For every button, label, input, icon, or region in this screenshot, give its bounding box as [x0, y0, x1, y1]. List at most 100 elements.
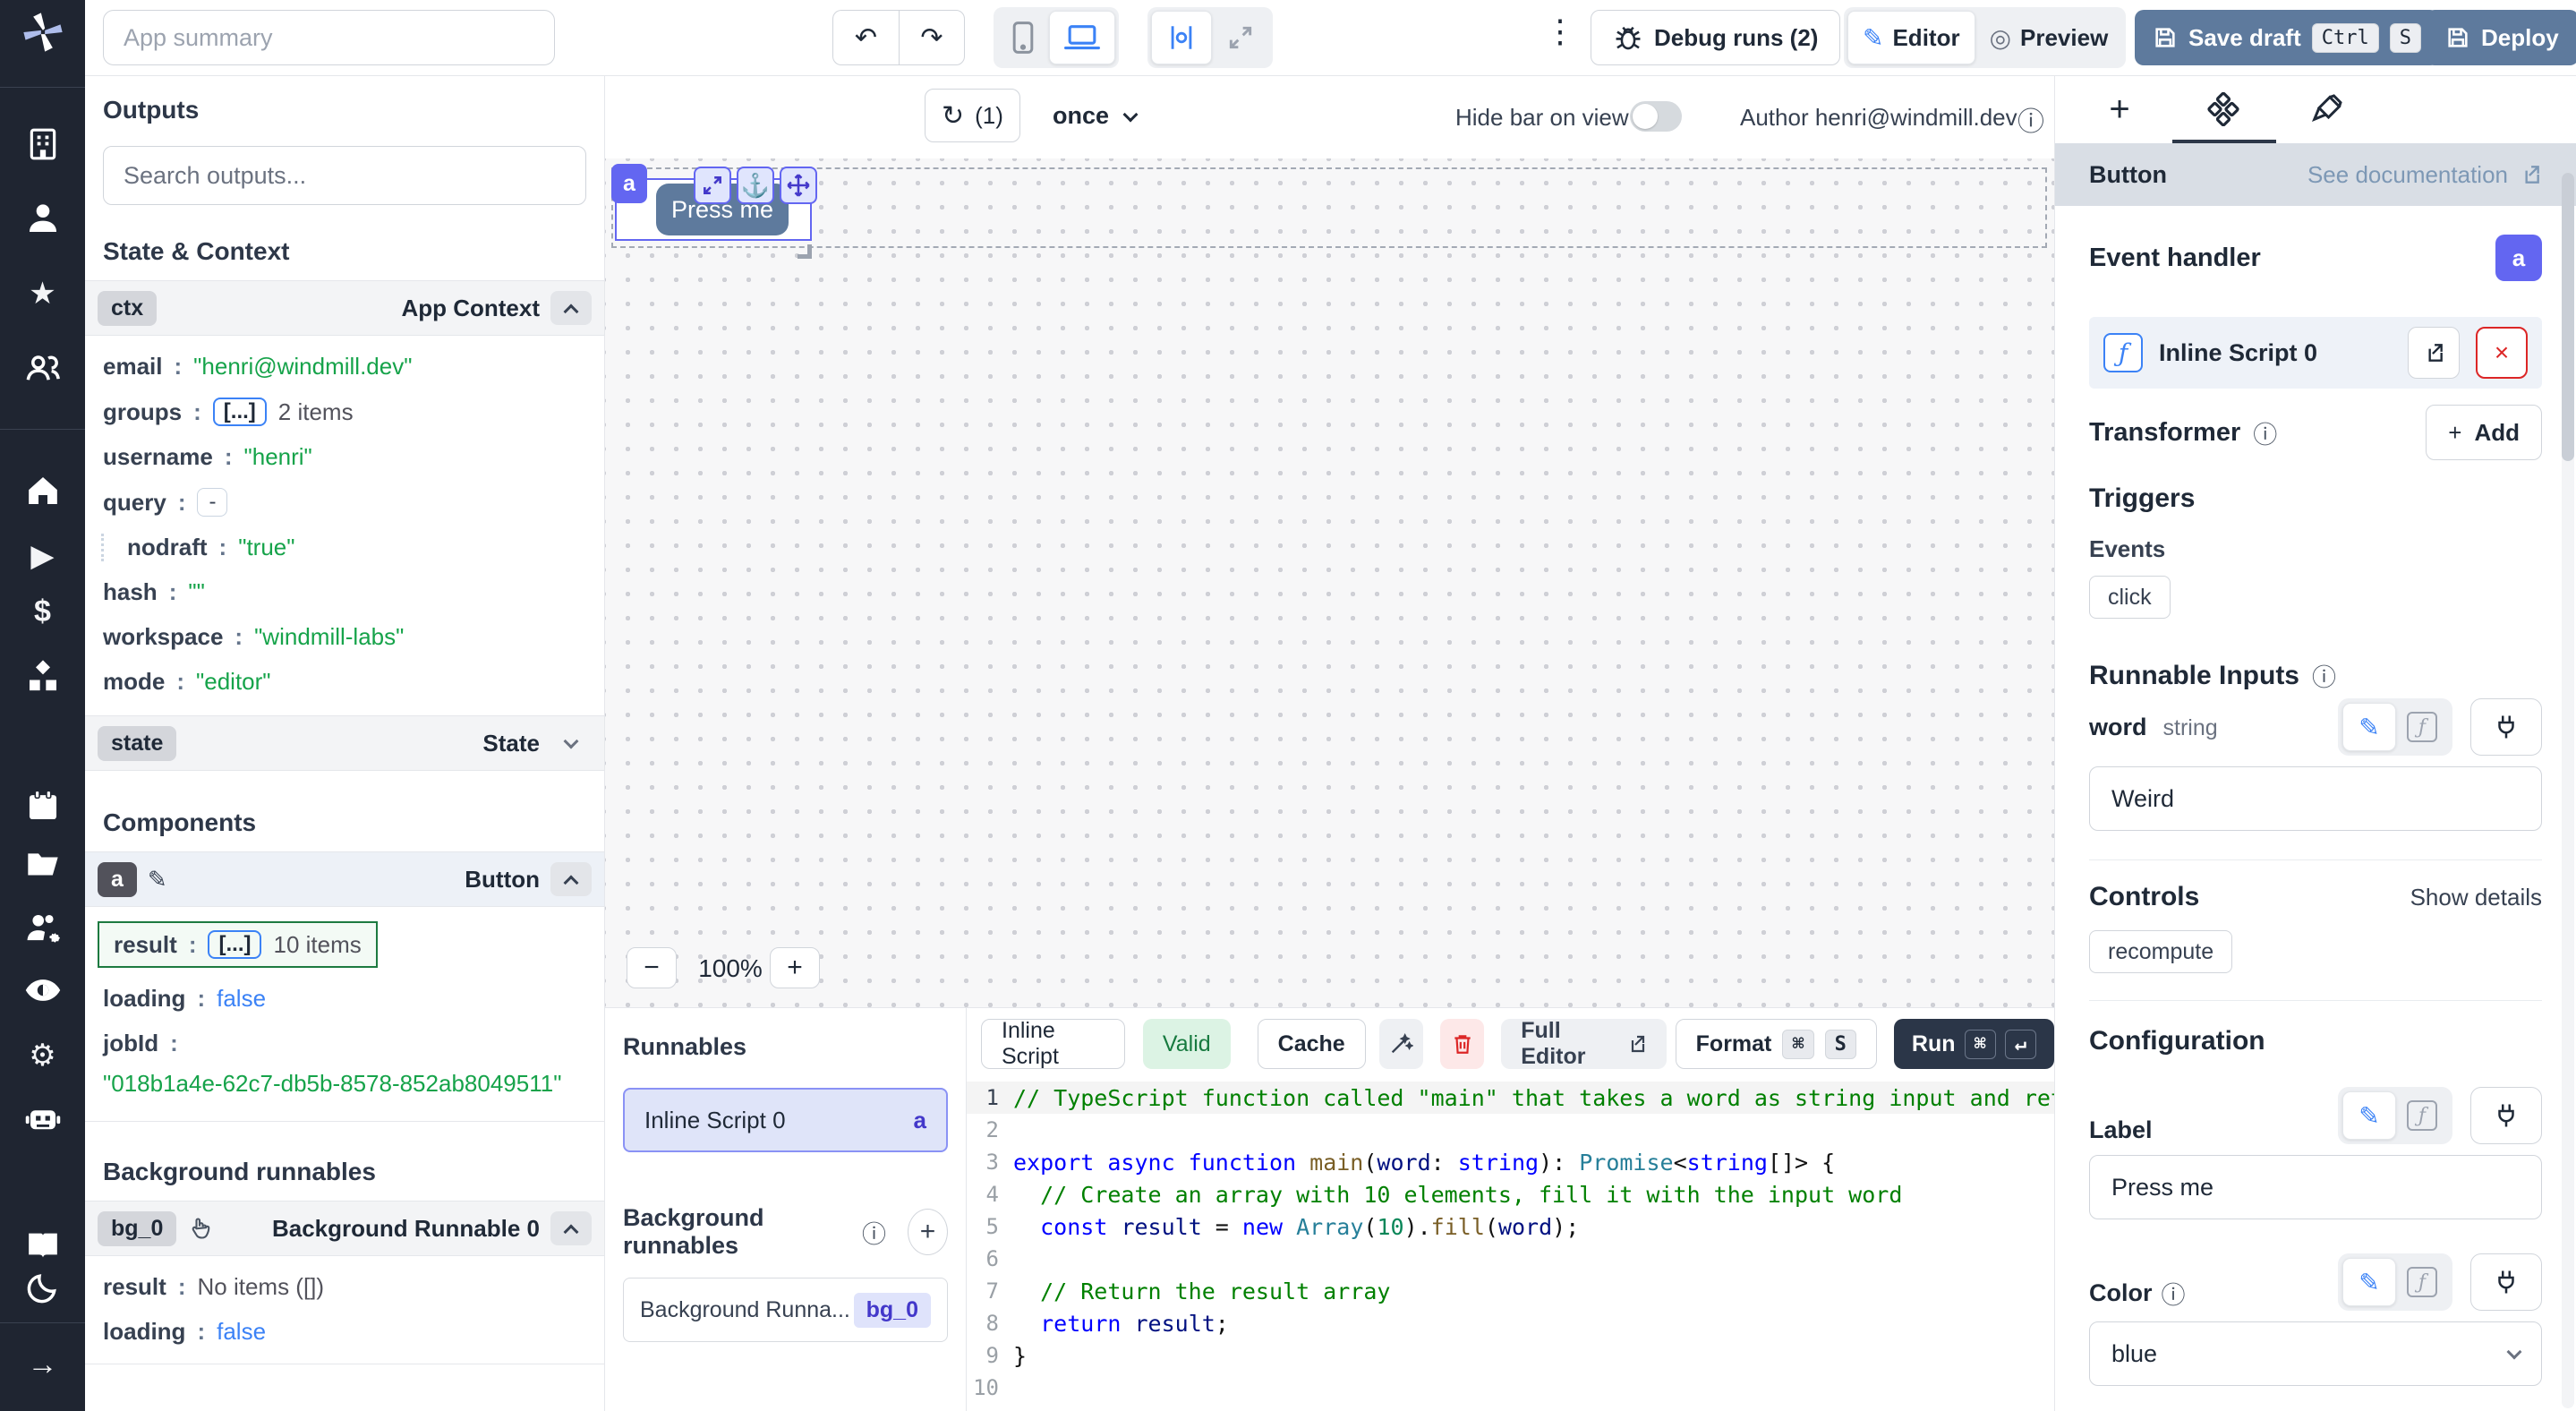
- empty-badge[interactable]: -: [197, 488, 227, 517]
- info-icon[interactable]: ⓘ: [2312, 658, 2336, 693]
- fullscreen-button[interactable]: [1212, 11, 1269, 64]
- move-handle-button[interactable]: [780, 167, 817, 204]
- runs-play-icon[interactable]: ▶: [0, 536, 85, 576]
- scrollbar-thumb[interactable]: [2562, 173, 2574, 461]
- static-mode-button[interactable]: ✎: [2342, 1091, 2396, 1140]
- color-select[interactable]: blue: [2089, 1321, 2542, 1386]
- eval-mode-button[interactable]: ƒ: [2396, 703, 2448, 751]
- schedule-dropdown[interactable]: once: [1053, 102, 1136, 130]
- static-mode-button[interactable]: ✎: [2342, 703, 2396, 751]
- label-value-input[interactable]: [2089, 1155, 2542, 1219]
- bg0-collapse-button[interactable]: [550, 1211, 592, 1245]
- ai-wand-button[interactable]: [1379, 1019, 1423, 1069]
- code-line[interactable]: 8 return result;: [967, 1307, 2054, 1339]
- tab-styling[interactable]: [2300, 87, 2354, 132]
- connect-plug-button[interactable]: [2470, 1253, 2542, 1311]
- info-icon[interactable]: ⓘ: [2162, 1276, 2186, 1311]
- inline-script-tab[interactable]: Inline Script: [981, 1019, 1125, 1069]
- settings-gear-icon[interactable]: ⚙: [0, 1036, 85, 1075]
- code-line[interactable]: 2: [967, 1114, 2054, 1146]
- refresh-button[interactable]: ↻ (1): [925, 89, 1020, 142]
- recompute-chip[interactable]: recompute: [2089, 930, 2232, 973]
- full-editor-button[interactable]: Full Editor: [1501, 1019, 1666, 1069]
- bg0-group-header[interactable]: bg_0 Background Runnable 0: [85, 1201, 604, 1256]
- search-outputs-input[interactable]: [103, 146, 586, 205]
- zoom-in-button[interactable]: +: [770, 947, 820, 988]
- code-area[interactable]: 1// TypeScript function called "main" th…: [967, 1082, 2054, 1404]
- inline-script-row[interactable]: ƒ Inline Script 0 ×: [2089, 317, 2542, 389]
- add-transformer-button[interactable]: + Add: [2426, 405, 2542, 460]
- code-line[interactable]: 7 // Return the result array: [967, 1275, 2054, 1307]
- home-icon[interactable]: [0, 471, 85, 510]
- run-button[interactable]: Run ⌘ ↵: [1894, 1019, 2054, 1069]
- tab-preview[interactable]: ◎ Preview: [1975, 11, 2123, 64]
- static-mode-button[interactable]: ✎: [2342, 1258, 2396, 1306]
- debug-runs-button[interactable]: Debug runs (2): [1591, 10, 1840, 65]
- tab-settings[interactable]: [2196, 87, 2250, 132]
- eval-mode-button[interactable]: ƒ: [2396, 1091, 2448, 1140]
- edit-pencil-icon[interactable]: ✎: [148, 866, 167, 894]
- runnable-item-selected[interactable]: Inline Script 0 a: [623, 1088, 948, 1152]
- code-line[interactable]: 9}: [967, 1339, 2054, 1372]
- array-badge[interactable]: [...]: [213, 398, 267, 426]
- component-collapse-button[interactable]: [550, 862, 592, 896]
- cache-button[interactable]: Cache: [1258, 1019, 1366, 1069]
- desktop-view-button[interactable]: [1049, 11, 1115, 64]
- state-expand-button[interactable]: [550, 726, 592, 760]
- center-align-button[interactable]: [1151, 11, 1212, 64]
- ctx-group-header[interactable]: ctx App Context: [85, 280, 604, 336]
- remove-script-button[interactable]: ×: [2476, 327, 2528, 379]
- code-line[interactable]: 5 const result = new Array(10).fill(word…: [967, 1210, 2054, 1243]
- add-background-runnable-button[interactable]: +: [908, 1209, 948, 1255]
- delete-script-button[interactable]: [1440, 1019, 1484, 1069]
- mobile-view-button[interactable]: [997, 11, 1049, 64]
- show-details-link[interactable]: Show details: [2410, 884, 2542, 911]
- eval-mode-button[interactable]: ƒ: [2396, 1258, 2448, 1306]
- code-line[interactable]: 3export async function main(word: string…: [967, 1146, 2054, 1178]
- code-line[interactable]: 10: [967, 1372, 2054, 1404]
- resources-cubes-icon[interactable]: [0, 658, 85, 697]
- windmill-logo-icon[interactable]: [0, 13, 85, 52]
- workers-icon[interactable]: [0, 909, 85, 948]
- tab-insert[interactable]: +: [2093, 87, 2146, 132]
- info-icon[interactable]: ⓘ: [862, 1215, 886, 1250]
- variables-dollar-icon[interactable]: $: [0, 592, 85, 631]
- format-button[interactable]: Format ⌘ S: [1676, 1019, 1877, 1069]
- zoom-out-button[interactable]: −: [627, 947, 677, 988]
- workspace-building-icon[interactable]: [0, 124, 85, 164]
- ctx-collapse-button[interactable]: [550, 291, 592, 325]
- groups-icon[interactable]: [0, 349, 85, 389]
- anchor-handle-button[interactable]: ⚓: [737, 167, 774, 204]
- code-line[interactable]: 1// TypeScript function called "main" th…: [967, 1082, 2054, 1114]
- expand-handle-button[interactable]: [694, 167, 731, 204]
- favorites-star-icon[interactable]: ★: [0, 274, 85, 313]
- undo-button[interactable]: ↶: [832, 10, 899, 65]
- deploy-button[interactable]: Deploy: [2426, 10, 2576, 65]
- array-badge[interactable]: [...]: [208, 930, 261, 959]
- app-summary-input[interactable]: [103, 10, 555, 65]
- connect-plug-button[interactable]: [2470, 1087, 2542, 1144]
- more-menu-kebab-icon[interactable]: ⋮: [1542, 13, 1578, 50]
- background-runnable-item[interactable]: Background Runna... bg_0: [623, 1278, 948, 1342]
- tab-editor[interactable]: ✎ Editor: [1847, 11, 1975, 64]
- open-script-button[interactable]: [2408, 327, 2460, 379]
- see-documentation-link[interactable]: See documentation: [2307, 161, 2542, 189]
- component-id-badge[interactable]: a: [611, 164, 647, 203]
- folders-icon[interactable]: [0, 844, 85, 884]
- code-line[interactable]: 6: [967, 1243, 2054, 1275]
- user-icon[interactable]: [0, 199, 85, 238]
- canvas-grid[interactable]: Press me a ⚓ − 100% +: [605, 158, 2054, 1007]
- info-icon[interactable]: ⓘ: [2253, 415, 2277, 450]
- word-value-input[interactable]: [2089, 766, 2542, 831]
- event-click-chip[interactable]: click: [2089, 576, 2171, 619]
- connect-plug-button[interactable]: [2470, 698, 2542, 756]
- hide-bar-toggle[interactable]: [1630, 101, 1682, 132]
- save-draft-button[interactable]: Save draft Ctrl S: [2135, 10, 2439, 65]
- schedules-calendar-icon[interactable]: [0, 786, 85, 825]
- info-icon[interactable]: ⓘ: [2017, 99, 2044, 139]
- ai-robot-icon[interactable]: [0, 1099, 85, 1138]
- docs-book-icon[interactable]: [0, 1226, 85, 1265]
- audit-eye-icon[interactable]: [0, 971, 85, 1010]
- resize-handle[interactable]: [798, 244, 812, 259]
- redo-button[interactable]: ↷: [899, 10, 965, 65]
